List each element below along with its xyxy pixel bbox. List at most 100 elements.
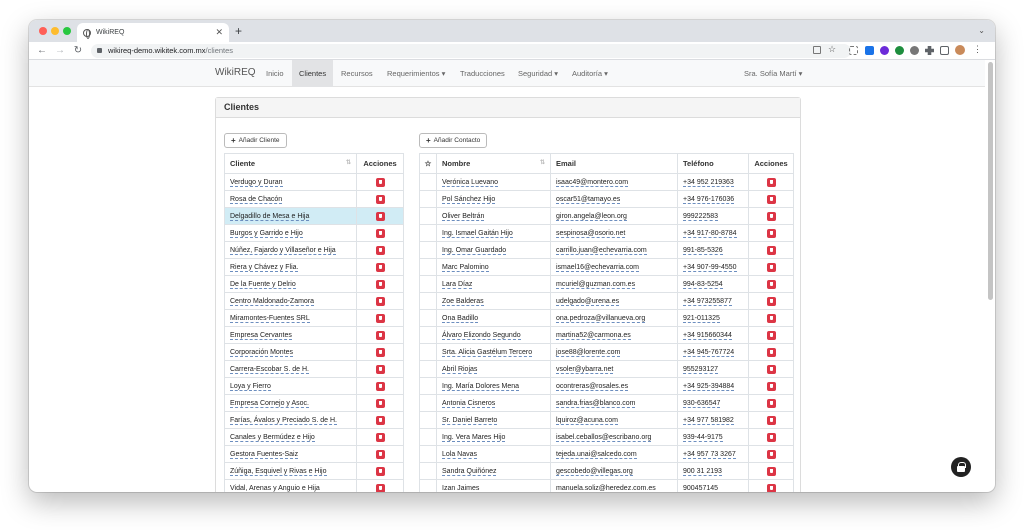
contact-row[interactable]: Álvaro Elizondo Segundo martina52@carmona… xyxy=(419,326,794,344)
contact-email-cell[interactable]: mcuriel@guzman.com.es xyxy=(550,275,678,293)
close-window-icon[interactable] xyxy=(39,27,47,35)
trash-icon[interactable] xyxy=(766,313,776,323)
contact-phone[interactable]: +34 945-767724 xyxy=(683,348,735,357)
contact-email[interactable]: sespinosa@osorio.net xyxy=(556,229,626,238)
column-cliente[interactable]: Cliente ⇅ xyxy=(224,153,357,174)
client-row[interactable]: Loya y Fierro xyxy=(224,377,404,395)
client-name-cell[interactable]: Farías, Ávalos y Preciado S. de H. xyxy=(224,411,357,429)
contact-email[interactable]: ismael16@echevarria.com xyxy=(556,263,639,272)
contact-favorite-cell[interactable] xyxy=(419,445,437,463)
trash-icon[interactable] xyxy=(766,279,776,289)
bookmark-star-icon[interactable]: ☆ xyxy=(828,44,837,54)
contact-row[interactable]: Lara Díaz mcuriel@guzman.com.es 994-83-525… xyxy=(419,275,794,293)
trash-icon[interactable] xyxy=(766,449,776,459)
contact-phone-cell[interactable]: +34 915660344 xyxy=(677,326,749,344)
client-name[interactable]: Vidal, Arenas y Anguio e Hija xyxy=(230,484,320,492)
contact-phone[interactable]: 930-636547 xyxy=(683,399,721,408)
contact-name[interactable]: Lara Díaz xyxy=(442,280,473,289)
contact-email[interactable]: ona.pedroza@villanueva.org xyxy=(556,314,646,323)
contact-name[interactable]: Sr. Daniel Barreto xyxy=(442,416,498,425)
contact-favorite-cell[interactable] xyxy=(419,173,437,191)
contact-email-cell[interactable]: isaac49@montero.com xyxy=(550,173,678,191)
contact-email[interactable]: gescobedo@villegas.org xyxy=(556,467,633,476)
share-icon[interactable] xyxy=(813,46,821,54)
contact-favorite-cell[interactable] xyxy=(419,224,437,242)
contact-email-cell[interactable]: isabel.ceballos@escribano.org xyxy=(550,428,678,446)
side-panel-icon[interactable] xyxy=(940,46,949,55)
client-name[interactable]: Núñez, Fajardo y Villaseñor e Hija xyxy=(230,246,336,255)
client-row[interactable]: Miramontes-Fuentes SRL xyxy=(224,309,404,327)
contact-phone[interactable]: 955293127 xyxy=(683,365,719,374)
contact-email-cell[interactable]: martina52@carmona.es xyxy=(550,326,678,344)
contact-phone[interactable]: 921-011325 xyxy=(683,314,720,323)
contact-name[interactable]: Ing. María Dolores Mena xyxy=(442,382,520,391)
contact-row[interactable]: Marc Palomino ismael16@echevarria.com +34 … xyxy=(419,258,794,276)
contact-email-cell[interactable]: carrillo.juan@echevarria.com xyxy=(550,241,678,259)
contact-favorite-cell[interactable] xyxy=(419,394,437,412)
contact-email[interactable]: udelgado@urena.es xyxy=(556,297,620,306)
contact-phone[interactable]: 994-83-5254 xyxy=(683,280,723,289)
client-name[interactable]: Gestora Fuentes-Saiz xyxy=(230,450,299,459)
extension-gear-icon[interactable] xyxy=(910,46,919,55)
contact-name-cell[interactable]: Ing. Vera Mares Hijo xyxy=(436,428,551,446)
client-row[interactable]: Núñez, Fajardo y Villaseñor e Hija xyxy=(224,241,404,259)
client-name[interactable]: Burgos y Garrido e Hijo xyxy=(230,229,303,238)
contact-name-cell[interactable]: Lola Navas xyxy=(436,445,551,463)
contact-email-cell[interactable]: giron.angela@leon.org xyxy=(550,207,678,225)
contact-email-cell[interactable]: tejeda.unai@salcedo.com xyxy=(550,445,678,463)
contact-phone-cell[interactable]: 900457145 xyxy=(677,479,749,492)
contact-row[interactable]: Lola Navas tejeda.unai@salcedo.com +34 957… xyxy=(419,445,794,463)
contact-email-cell[interactable]: udelgado@urena.es xyxy=(550,292,678,310)
extensions-puzzle-icon[interactable] xyxy=(925,46,934,55)
contact-phone-cell[interactable]: 921-011325 xyxy=(677,309,749,327)
contact-name[interactable]: Sandra Quiñónez xyxy=(442,467,497,476)
client-name-cell[interactable]: Riera y Chávez y Flia. xyxy=(224,258,357,276)
contact-row[interactable]: Pol Sánchez Hijo oscar51@tamayo.es +34 976… xyxy=(419,190,794,208)
contact-phone[interactable]: 991-85-5326 xyxy=(683,246,723,255)
contact-email[interactable]: jose88@lorente.com xyxy=(556,348,621,357)
client-name[interactable]: Empresa Cervantes xyxy=(230,331,292,340)
client-row[interactable]: Riera y Chávez y Flia. xyxy=(224,258,404,276)
column-favorite[interactable]: ☆ xyxy=(419,153,437,174)
contact-phone-cell[interactable]: 991-85-5326 xyxy=(677,241,749,259)
client-name-cell[interactable]: Corporación Montes xyxy=(224,343,357,361)
contact-name[interactable]: Zoe Balderas xyxy=(442,297,484,306)
contact-phone[interactable]: 900457145 xyxy=(683,484,719,492)
client-name[interactable]: Miramontes-Fuentes SRL xyxy=(230,314,310,323)
contact-row[interactable]: Verónica Luevano isaac49@montero.com +34 9… xyxy=(419,173,794,191)
contact-name-cell[interactable]: Antonia Cisneros xyxy=(436,394,551,412)
client-name-cell[interactable]: Canales y Bermúdez e Hijo xyxy=(224,428,357,446)
client-row[interactable]: Rosa de Chacón xyxy=(224,190,404,208)
trash-icon[interactable] xyxy=(766,398,776,408)
contact-email[interactable]: mcuriel@guzman.com.es xyxy=(556,280,636,289)
trash-icon[interactable] xyxy=(766,364,776,374)
contact-name-cell[interactable]: Oliver Beltrán xyxy=(436,207,551,225)
contact-name-cell[interactable]: Sr. Daniel Barreto xyxy=(436,411,551,429)
contact-favorite-cell[interactable] xyxy=(419,326,437,344)
contact-name-cell[interactable]: Sandra Quiñónez xyxy=(436,462,551,480)
contact-phone[interactable]: +34 917-80-8784 xyxy=(683,229,737,238)
contact-name[interactable]: Abril Riojas xyxy=(442,365,478,374)
client-row[interactable]: Delgadillo de Mesa e Hija xyxy=(224,207,404,225)
contact-name[interactable]: Srta. Alicia Gastélum Tercero xyxy=(442,348,533,357)
client-row[interactable]: Corporación Montes xyxy=(224,343,404,361)
contact-phone[interactable]: +34 915660344 xyxy=(683,331,732,340)
extension-purple-icon[interactable] xyxy=(880,46,889,55)
contact-email[interactable]: lquiroz@acuna.com xyxy=(556,416,618,425)
contact-name[interactable]: Lola Navas xyxy=(442,450,478,459)
contact-email[interactable]: giron.angela@leon.org xyxy=(556,212,627,221)
contact-row[interactable]: Zoe Balderas udelgado@urena.es +34 9732558… xyxy=(419,292,794,310)
client-name-cell[interactable]: Empresa Cervantes xyxy=(224,326,357,344)
contact-email-cell[interactable]: jose88@lorente.com xyxy=(550,343,678,361)
client-name-cell[interactable]: Verdugo y Duran xyxy=(224,173,357,191)
trash-icon[interactable] xyxy=(375,228,385,238)
contact-favorite-cell[interactable] xyxy=(419,343,437,361)
contact-row[interactable]: Ona Badillo ona.pedroza@villanueva.org 921… xyxy=(419,309,794,327)
contact-favorite-cell[interactable] xyxy=(419,207,437,225)
client-name[interactable]: De la Fuente y Delrio xyxy=(230,280,296,289)
contact-favorite-cell[interactable] xyxy=(419,360,437,378)
client-name-cell[interactable]: Vidal, Arenas y Anguio e Hija xyxy=(224,479,357,492)
contact-favorite-cell[interactable] xyxy=(419,479,437,492)
contact-phone-cell[interactable]: 930-636547 xyxy=(677,394,749,412)
contact-name-cell[interactable]: Verónica Luevano xyxy=(436,173,551,191)
